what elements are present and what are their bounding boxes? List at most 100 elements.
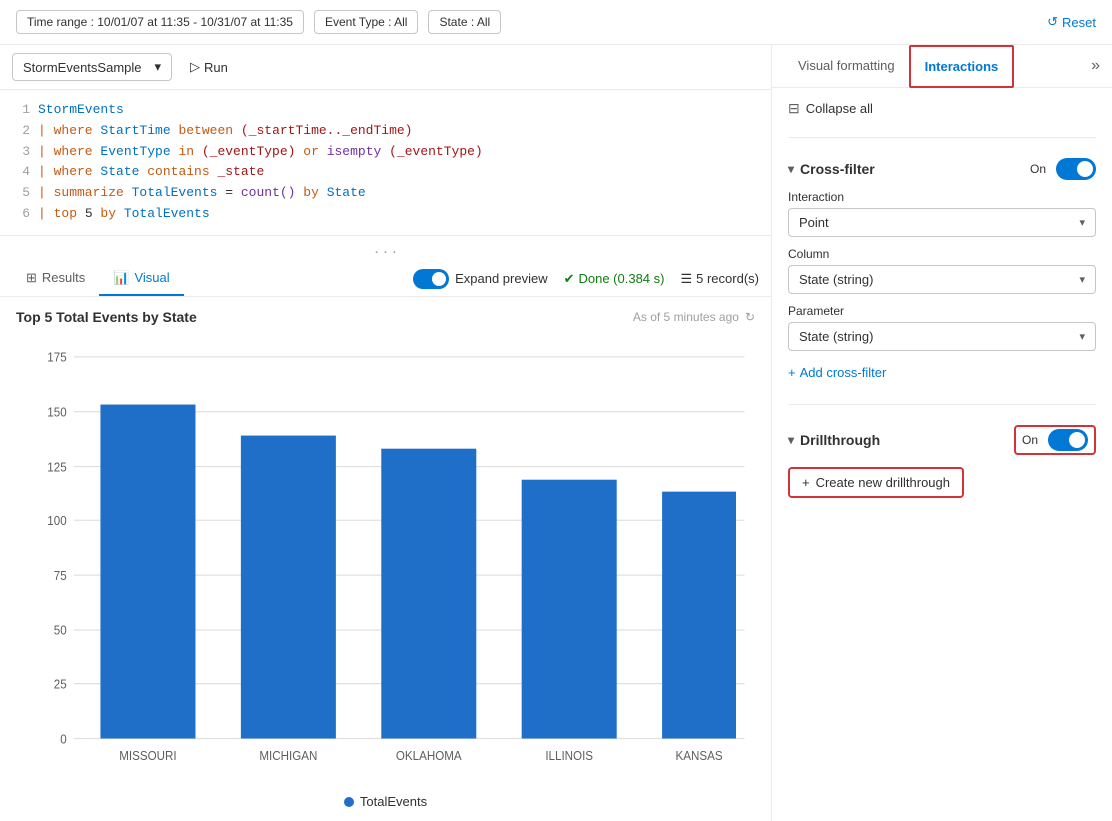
code-line-4: 4 | where State contains _state (12, 162, 759, 183)
legend-label: TotalEvents (360, 794, 427, 809)
parameter-chevron: ▾ (1079, 330, 1085, 343)
add-cross-filter-button[interactable]: + Add cross-filter (788, 361, 886, 384)
svg-text:25: 25 (54, 677, 67, 692)
check-icon: ✔ (564, 271, 575, 287)
drillthrough-title-row: ▾ Drillthrough (788, 432, 880, 448)
run-button[interactable]: ▷ Run (182, 54, 236, 80)
table-icon: ⊞ (26, 270, 37, 286)
query-bar: StormEventsSample ▾ ▷ Run (0, 45, 771, 90)
left-panel: StormEventsSample ▾ ▷ Run 1 StormEvents … (0, 45, 772, 821)
run-icon: ▷ (190, 59, 200, 75)
records-badge: ☰ 5 record(s) (680, 271, 759, 287)
tab-right-controls: Expand preview ✔ Done (0.384 s) ☰ 5 reco… (413, 269, 759, 289)
interaction-chevron: ▾ (1079, 216, 1085, 229)
code-line-2: 2 | where StartTime between (_startTime.… (12, 121, 759, 142)
code-line-5: 5 | summarize TotalEvents = count() by S… (12, 183, 759, 204)
drillthrough-section: ▾ Drillthrough On + Create new drillthro… (788, 425, 1096, 498)
chart-icon: 📊 (113, 270, 129, 286)
database-selector[interactable]: StormEventsSample ▾ (12, 53, 172, 81)
bar-chart-svg: 175 150 125 100 75 50 25 0 (16, 333, 755, 786)
svg-text:MISSOURI: MISSOURI (119, 748, 176, 763)
interaction-field: Interaction Point ▾ (788, 190, 1096, 237)
drillthrough-toggle[interactable] (1048, 429, 1088, 451)
reset-icon: ↺ (1047, 14, 1058, 30)
svg-text:175: 175 (47, 350, 66, 365)
time-range-filter[interactable]: Time range : 10/01/07 at 11:35 - 10/31/0… (16, 10, 304, 34)
column-chevron: ▾ (1079, 273, 1085, 286)
divider-1 (788, 137, 1096, 138)
column-field: Column State (string) ▾ (788, 247, 1096, 294)
tab-visual[interactable]: 📊 Visual (99, 262, 183, 296)
svg-text:50: 50 (54, 623, 67, 638)
chart-legend: TotalEvents (16, 786, 755, 809)
svg-text:KANSAS: KANSAS (676, 748, 723, 763)
interaction-label: Interaction (788, 190, 1096, 204)
parameter-dropdown[interactable]: State (string) ▾ (788, 322, 1096, 351)
cross-filter-title: Cross-filter (800, 161, 875, 177)
chart-title: Top 5 Total Events by State (16, 309, 197, 325)
right-panel-tabs: Visual formatting Interactions » (772, 45, 1112, 88)
bar-kansas[interactable] (662, 491, 736, 738)
parameter-field: Parameter State (string) ▾ (788, 304, 1096, 351)
done-badge: ✔ Done (0.384 s) (564, 271, 665, 287)
chart-area: Top 5 Total Events by State As of 5 minu… (0, 297, 771, 821)
chart-meta: As of 5 minutes ago ↻ (633, 310, 755, 324)
plus-icon-drillthrough: + (802, 475, 810, 490)
svg-text:0: 0 (60, 731, 67, 746)
plus-icon: + (788, 365, 796, 380)
cross-filter-toggle-label: On (1030, 162, 1046, 176)
right-panel: Visual formatting Interactions » ⊟ Colla… (772, 45, 1112, 821)
more-indicator: . . . (0, 236, 771, 262)
chart-body: 175 150 125 100 75 50 25 0 (16, 333, 755, 786)
main-layout: StormEventsSample ▾ ▷ Run 1 StormEvents … (0, 45, 1112, 821)
drillthrough-toggle-label: On (1022, 433, 1038, 447)
refresh-icon[interactable]: ↻ (745, 310, 755, 324)
drillthrough-toggle-row: On (1014, 425, 1096, 455)
reset-button[interactable]: ↺ Reset (1047, 14, 1096, 30)
cross-filter-title-row: ▾ Cross-filter (788, 161, 875, 177)
bar-missouri[interactable] (100, 404, 195, 738)
code-line-6: 6 | top 5 by TotalEvents (12, 204, 759, 225)
expand-panel-icon[interactable]: » (1091, 57, 1100, 75)
svg-text:ILLINOIS: ILLINOIS (545, 748, 593, 763)
expand-toggle-switch[interactable] (413, 269, 449, 289)
interaction-dropdown[interactable]: Point ▾ (788, 208, 1096, 237)
right-panel-content: ⊟ Collapse all ▾ Cross-filter On (772, 88, 1112, 510)
cross-filter-header: ▾ Cross-filter On (788, 158, 1096, 180)
svg-text:MICHIGAN: MICHIGAN (259, 748, 317, 763)
code-editor[interactable]: 1 StormEvents 2 | where StartTime betwee… (0, 90, 771, 236)
svg-text:75: 75 (54, 568, 67, 583)
bar-michigan[interactable] (241, 435, 336, 738)
svg-text:100: 100 (47, 513, 66, 528)
top-bar: Time range : 10/01/07 at 11:35 - 10/31/0… (0, 0, 1112, 45)
tab-results[interactable]: ⊞ Results (12, 262, 99, 296)
svg-text:OKLAHOMA: OKLAHOMA (396, 748, 462, 763)
create-drillthrough-button[interactable]: + Create new drillthrough (788, 467, 964, 498)
collapse-all-button[interactable]: ⊟ Collapse all (788, 100, 1096, 117)
drillthrough-title: Drillthrough (800, 432, 880, 448)
drillthrough-chevron[interactable]: ▾ (788, 433, 794, 447)
expand-preview-toggle[interactable]: Expand preview (413, 269, 548, 289)
chevron-down-icon: ▾ (154, 59, 161, 75)
parameter-label: Parameter (788, 304, 1096, 318)
tab-interactions[interactable]: Interactions (909, 45, 1015, 88)
column-label: Column (788, 247, 1096, 261)
chart-header: Top 5 Total Events by State As of 5 minu… (16, 309, 755, 325)
cross-filter-toggle-row: On (1030, 158, 1096, 180)
divider-2 (788, 404, 1096, 405)
cross-filter-toggle[interactable] (1056, 158, 1096, 180)
cross-filter-chevron[interactable]: ▾ (788, 162, 794, 176)
column-dropdown[interactable]: State (string) ▾ (788, 265, 1096, 294)
cross-filter-section: ▾ Cross-filter On Interaction Point ▾ (788, 158, 1096, 384)
legend-dot (344, 797, 354, 807)
code-line-3: 3 | where EventType in (_eventType) or i… (12, 142, 759, 163)
bar-illinois[interactable] (522, 479, 617, 738)
records-icon: ☰ (680, 271, 692, 287)
code-line-1: 1 StormEvents (12, 100, 759, 121)
state-filter[interactable]: State : All (428, 10, 501, 34)
bar-oklahoma[interactable] (381, 448, 476, 738)
collapse-icon: ⊟ (788, 100, 800, 117)
svg-text:125: 125 (47, 459, 66, 474)
event-type-filter[interactable]: Event Type : All (314, 10, 419, 34)
tab-visual-formatting[interactable]: Visual formatting (784, 46, 909, 87)
